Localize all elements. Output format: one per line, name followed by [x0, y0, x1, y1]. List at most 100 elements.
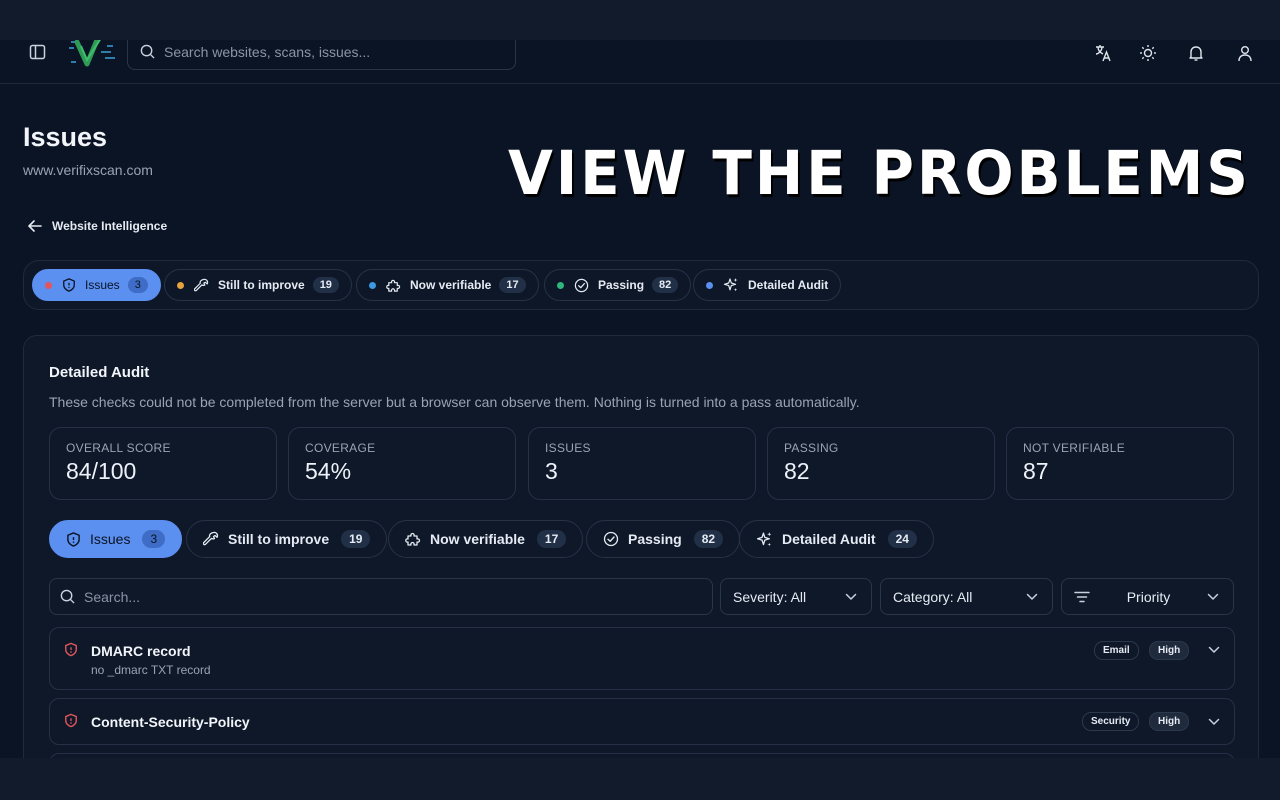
top-tab-still-to-improve[interactable]: Still to improve 19	[164, 269, 352, 301]
issue-row-csp[interactable]: Content-Security-Policy Security High	[49, 698, 1235, 745]
count-badge: 3	[127, 277, 148, 293]
stat-label: PASSING	[784, 441, 839, 455]
sort-select-value: Priority	[1126, 588, 1171, 605]
status-dot	[706, 281, 713, 289]
app-window: Search websites, scans, issues... Issues…	[0, 40, 1280, 758]
promo-overlay-text: View the Problems	[508, 138, 1251, 209]
stat-value: 54%	[305, 458, 352, 484]
top-tab-passing[interactable]: Passing 82	[544, 269, 692, 301]
tab-label: Now verifiable	[430, 531, 525, 547]
chevron-down-icon[interactable]	[1208, 646, 1220, 654]
chevron-down-icon	[845, 593, 857, 600]
filter-lines-icon	[1074, 591, 1090, 602]
issues-search-input[interactable]: Search...	[49, 578, 713, 615]
stat-label: ISSUES	[545, 441, 591, 455]
tab-label: Issues	[90, 531, 131, 547]
wrench-icon	[194, 278, 209, 291]
user-icon[interactable]	[1235, 43, 1255, 63]
category-select[interactable]: Category: All	[880, 578, 1053, 615]
count-badge: 24	[887, 530, 917, 548]
count-badge: 17	[536, 530, 567, 548]
bell-icon[interactable]	[1186, 43, 1206, 63]
wrench-icon	[203, 531, 219, 546]
stat-value: 87	[1023, 458, 1049, 484]
bottom-strip	[0, 758, 1280, 800]
count-badge: 19	[341, 530, 371, 548]
search-icon	[60, 589, 75, 604]
sparkles-icon	[723, 278, 738, 292]
shield-alert-icon	[65, 713, 77, 728]
issue-row-dmarc[interactable]: DMARC record no _dmarc TXT record Email …	[49, 627, 1235, 690]
check-circle-icon	[603, 531, 619, 547]
severity-select-value: Severity: All	[733, 588, 807, 605]
puzzle-icon	[405, 532, 421, 546]
tab-issues[interactable]: Issues 3	[49, 520, 183, 558]
tab-still-to-improve[interactable]: Still to improve 19	[186, 520, 388, 558]
page-title: Issues	[23, 122, 108, 152]
status-dot	[557, 281, 564, 289]
sparkles-icon	[756, 531, 772, 546]
search-placeholder: Search...	[84, 588, 141, 605]
global-search-input[interactable]: Search websites, scans, issues...	[127, 40, 516, 70]
stat-value: 3	[545, 458, 558, 484]
top-tab-issues[interactable]: Issues 3	[32, 269, 161, 301]
status-dot	[369, 281, 376, 289]
category-select-value: Category: All	[893, 588, 973, 605]
status-dot	[177, 281, 184, 289]
stat-label: OVERALL SCORE	[66, 441, 171, 455]
search-icon	[140, 44, 155, 59]
category-badge: Security	[1082, 712, 1140, 731]
stat-card-issues: ISSUES 3	[528, 427, 756, 500]
translate-icon[interactable]	[1093, 43, 1113, 63]
issue-title: Content-Security-Policy	[91, 714, 250, 730]
sort-select[interactable]: Priority	[1061, 578, 1234, 615]
severity-badge: High	[1149, 712, 1190, 731]
shield-icon	[63, 278, 75, 292]
severity-badge: High	[1149, 641, 1190, 660]
tab-passing[interactable]: Passing 82	[586, 520, 741, 558]
page-subtitle: www.verifixscan.com	[23, 162, 153, 178]
top-tab-bar: Issues 3 Still to improve 19 Now verifia…	[23, 260, 1259, 310]
sidebar-toggle-icon[interactable]	[29, 44, 47, 60]
issue-detail: no _dmarc TXT record	[91, 663, 211, 677]
check-circle-icon	[574, 278, 589, 292]
severity-select[interactable]: Severity: All	[720, 578, 872, 615]
panel-description: These checks could not be completed from…	[49, 394, 860, 410]
top-strip	[0, 0, 1280, 40]
top-tab-label: Issues	[85, 278, 120, 292]
stat-card-overall-score: OVERALL SCORE 84/100	[49, 427, 277, 500]
tab-label: Passing	[628, 531, 682, 547]
detailed-audit-panel: Detailed Audit These checks could not be…	[23, 335, 1259, 758]
top-tab-label: Detailed Audit	[748, 278, 829, 292]
sun-icon[interactable]	[1138, 43, 1158, 63]
stat-card-coverage: COVERAGE 54%	[288, 427, 516, 500]
search-placeholder: Search websites, scans, issues...	[164, 43, 371, 60]
app-logo[interactable]	[67, 40, 119, 70]
back-link[interactable]: Website Intelligence	[28, 219, 167, 233]
category-badge: Email	[1094, 641, 1139, 660]
tab-now-verifiable[interactable]: Now verifiable 17	[388, 520, 584, 558]
count-badge: 17	[499, 277, 526, 293]
stat-value: 84/100	[66, 458, 137, 484]
count-badge: 82	[693, 530, 724, 548]
stat-label: NOT VERIFIABLE	[1023, 441, 1126, 455]
chevron-down-icon	[1026, 593, 1038, 600]
stat-label: COVERAGE	[305, 441, 376, 455]
tab-detailed-audit[interactable]: Detailed Audit 24	[739, 520, 934, 558]
status-dot	[45, 281, 52, 289]
top-tab-label: Passing	[598, 278, 645, 292]
panel-title: Detailed Audit	[49, 364, 150, 381]
count-badge: 19	[312, 277, 339, 293]
puzzle-icon	[386, 279, 401, 292]
top-tab-label: Still to improve	[218, 278, 305, 292]
stat-card-passing: PASSING 82	[767, 427, 995, 500]
shield-alert-icon	[65, 642, 77, 657]
top-tab-label: Now verifiable	[410, 278, 492, 292]
chevron-down-icon	[1207, 593, 1219, 600]
top-tab-detailed-audit[interactable]: Detailed Audit	[693, 269, 842, 301]
top-tab-now-verifiable[interactable]: Now verifiable 17	[356, 269, 539, 301]
shield-icon	[67, 531, 80, 547]
arrow-left-icon	[28, 220, 42, 232]
header-bar: Search websites, scans, issues...	[0, 40, 1280, 84]
chevron-down-icon[interactable]	[1208, 718, 1220, 726]
